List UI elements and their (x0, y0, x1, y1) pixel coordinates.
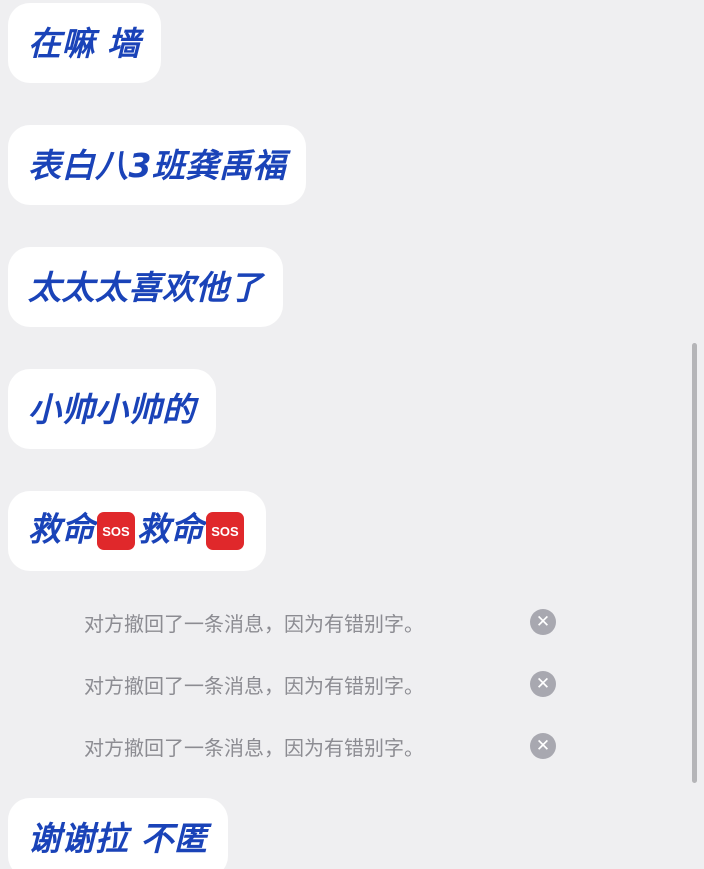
close-circle-icon[interactable]: ✕ (530, 609, 556, 635)
scrollbar[interactable] (692, 343, 697, 783)
recall-notice-text: 对方撤回了一条消息，因为有错别字。 (84, 611, 424, 636)
sos-emoji-icon: SOS (206, 512, 244, 550)
message-bubble[interactable]: 谢谢拉 不匿 (8, 798, 228, 869)
message-bubble[interactable]: 救命 SOS 救命 SOS (8, 491, 266, 571)
message-bubble[interactable]: 在嘛 墙 (8, 3, 161, 83)
message-bubble[interactable]: 小帅小帅的 (8, 369, 216, 449)
message-text-part: 救命 (28, 509, 95, 549)
message-text: 救命 SOS 救命 SOS (28, 512, 246, 550)
close-circle-icon[interactable]: ✕ (530, 733, 556, 759)
recall-notice-text: 对方撤回了一条消息，因为有错别字。 (84, 735, 424, 760)
message-bubble[interactable]: 表白八3班龚禹福 (8, 125, 306, 205)
message-text: 太太太喜欢他了 (28, 267, 263, 307)
recall-notice: 对方撤回了一条消息，因为有错别字。 ✕ (84, 726, 564, 766)
message-text: 在嘛 墙 (28, 23, 141, 63)
recall-notice: 对方撤回了一条消息，因为有错别字。 ✕ (84, 664, 564, 704)
sos-emoji-icon: SOS (97, 512, 135, 550)
message-text: 小帅小帅的 (28, 389, 196, 429)
close-circle-icon[interactable]: ✕ (530, 671, 556, 697)
message-text-part: 救命 (137, 509, 204, 549)
recall-notice-text: 对方撤回了一条消息，因为有错别字。 (84, 673, 424, 698)
chat-thread[interactable]: 在嘛 墙 表白八3班龚禹福 太太太喜欢他了 小帅小帅的 救命 SOS 救命 SOS 对… (0, 0, 704, 869)
message-text: 表白八3班龚禹福 (28, 145, 286, 185)
message-text: 谢谢拉 不匿 (28, 818, 208, 858)
message-bubble[interactable]: 太太太喜欢他了 (8, 247, 283, 327)
recall-notice: 对方撤回了一条消息，因为有错别字。 ✕ (84, 602, 564, 642)
